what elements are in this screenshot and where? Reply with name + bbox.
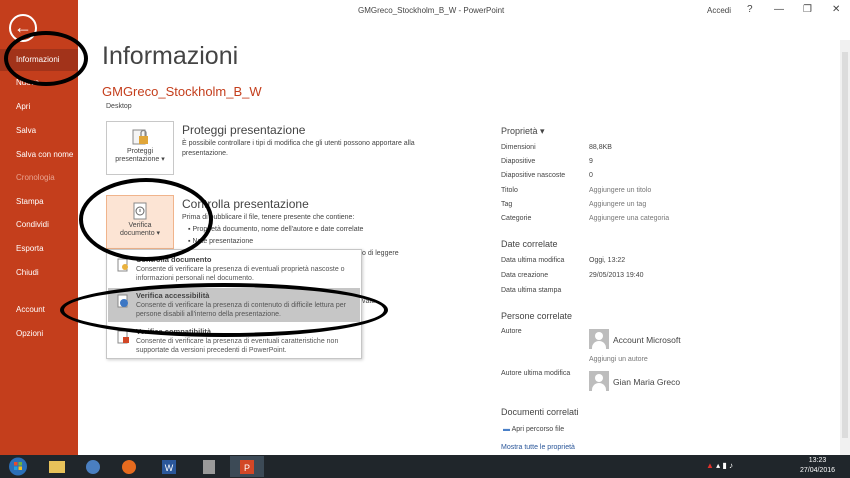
sidebar-item-apri[interactable]: Apri bbox=[0, 96, 78, 118]
minimize-icon[interactable]: — bbox=[774, 4, 784, 15]
menu-item-desc: Consente di verificare la presenza di ev… bbox=[136, 266, 345, 282]
date-label-printed: Data ultima stampa bbox=[501, 287, 562, 294]
docs-heading: Documenti correlati bbox=[501, 407, 579, 417]
clock-time: 13:23 bbox=[808, 457, 827, 464]
people-heading: Persone correlate bbox=[501, 311, 573, 321]
last-modified-name[interactable]: Gian Maria Greco bbox=[613, 377, 680, 387]
prop-label-title: Titolo bbox=[501, 187, 518, 194]
inspect-bullet-1-text: Proprietà documento, nome dell'autore e … bbox=[192, 226, 364, 233]
date-label-modified: Data ultima modifica bbox=[501, 257, 565, 264]
protect-desc-line2: presentazione. bbox=[182, 150, 228, 157]
acrobat-tray-icon[interactable]: ▲ bbox=[706, 461, 714, 470]
compatibility-check-icon bbox=[117, 330, 129, 344]
lock-icon bbox=[132, 129, 148, 145]
inspect-bullet-1: ▪ Proprietà documento, nome dell'autore … bbox=[188, 226, 364, 233]
prop-label-size: Dimensioni bbox=[501, 144, 536, 151]
scrollbar-thumb[interactable] bbox=[842, 52, 848, 438]
clock-date: 27/04/2016 bbox=[799, 467, 836, 474]
date-value-modified: Oggi, 13:22 bbox=[589, 257, 626, 264]
file-explorer-icon[interactable] bbox=[40, 456, 74, 477]
protect-button-label-2: presentazione ▾ bbox=[115, 156, 165, 163]
window-title: GMGreco_Stockholm_B_W - PowerPoint bbox=[358, 6, 505, 15]
show-all-properties-link[interactable]: Mostra tutte le proprietà bbox=[501, 444, 575, 451]
sidebar-item-stampa[interactable]: Stampa bbox=[0, 191, 78, 213]
author-name[interactable]: Account Microsoft bbox=[613, 335, 681, 345]
sidebar-item-salva-con-nome[interactable]: Salva con nome bbox=[0, 144, 78, 166]
sidebar-item-condividi[interactable]: Condividi bbox=[0, 214, 78, 236]
network-icon[interactable]: ▮ bbox=[722, 461, 726, 470]
system-tray-icons[interactable]: ▲ ▴ ▮ ♪ bbox=[706, 461, 733, 470]
annotation-ellipse-info bbox=[4, 31, 88, 86]
properties-heading[interactable]: Proprietà ▾ bbox=[501, 126, 545, 137]
sidebar-item-esporta[interactable]: Esporta bbox=[0, 238, 78, 260]
volume-icon[interactable]: ♪ bbox=[729, 461, 733, 470]
open-location-label: Apri percorso file bbox=[511, 426, 565, 433]
title-bar: GMGreco_Stockholm_B_W - PowerPoint Acced… bbox=[78, 0, 850, 22]
annotation-ellipse-check bbox=[79, 178, 213, 261]
author-label: Autore bbox=[501, 328, 522, 335]
svg-text:W: W bbox=[165, 463, 174, 473]
prop-label-slides: Diapositive bbox=[501, 158, 536, 165]
word-icon[interactable]: W bbox=[152, 456, 186, 477]
sidebar-item-cronologia: Cronologia bbox=[16, 173, 55, 182]
prop-value-hidden: 0 bbox=[589, 172, 593, 179]
outlook-icon[interactable] bbox=[76, 456, 110, 477]
prop-value-slides: 9 bbox=[589, 158, 593, 165]
firefox-icon[interactable] bbox=[112, 456, 146, 477]
sidebar-item-salva[interactable]: Salva bbox=[0, 120, 78, 142]
prop-label-tag: Tag bbox=[501, 201, 513, 208]
annotation-ellipse-accessibility bbox=[60, 283, 388, 337]
pen-app-icon[interactable] bbox=[192, 456, 226, 477]
author-avatar bbox=[589, 329, 609, 349]
svg-text:P: P bbox=[244, 463, 250, 473]
prop-label-hidden: Diapositive nascoste bbox=[501, 172, 566, 179]
prop-tag-field[interactable]: Aggiungere un tag bbox=[589, 201, 646, 208]
last-modified-avatar bbox=[589, 371, 609, 391]
open-location-link[interactable]: ▬ Apri percorso file bbox=[503, 426, 564, 433]
add-author-link[interactable]: Aggiungi un autore bbox=[589, 356, 648, 363]
protect-title: Proteggi presentazione bbox=[182, 123, 306, 137]
powerpoint-icon[interactable]: P bbox=[230, 456, 264, 477]
prop-value-size: 88,8KB bbox=[589, 144, 612, 151]
file-name: GMGreco_Stockholm_B_W bbox=[102, 84, 262, 99]
sidebar-item-opzioni[interactable]: Opzioni bbox=[0, 323, 78, 345]
protect-desc-line1: È possibile controllare i tipi di modifi… bbox=[182, 140, 415, 147]
start-button-icon[interactable] bbox=[4, 456, 32, 477]
help-icon[interactable]: ? bbox=[747, 4, 753, 15]
folder-icon: ▬ bbox=[503, 426, 510, 433]
dates-heading: Date correlate bbox=[501, 239, 558, 249]
menu-item-desc: Consente di verificare la presenza di ev… bbox=[136, 338, 339, 354]
show-hidden-icons-icon[interactable]: ▴ bbox=[716, 461, 720, 470]
prop-title-field[interactable]: Aggiungere un titolo bbox=[589, 187, 651, 194]
taskbar-clock[interactable]: 13:23 27/04/2016 bbox=[795, 456, 840, 476]
file-location: Desktop bbox=[106, 103, 132, 110]
date-value-created: 29/05/2013 19:40 bbox=[589, 272, 644, 279]
protect-button-label: Proteggi bbox=[126, 148, 154, 155]
restore-icon[interactable]: ❐ bbox=[803, 4, 812, 15]
signin-link[interactable]: Accedi bbox=[707, 6, 731, 15]
last-modified-label: Autore ultima modifica bbox=[501, 370, 571, 377]
inspect-document-icon bbox=[117, 258, 128, 272]
page-title: Informazioni bbox=[102, 42, 239, 70]
close-icon[interactable]: ✕ bbox=[832, 4, 840, 15]
sidebar-item-chiudi[interactable]: Chiudi bbox=[0, 262, 78, 284]
prop-label-categories: Categorie bbox=[501, 215, 532, 222]
prop-categories-field[interactable]: Aggiungere una categoria bbox=[589, 215, 669, 222]
protect-desc: È possibile controllare i tipi di modifi… bbox=[182, 139, 415, 159]
protect-presentation-button[interactable]: Proteggi presentazione ▾ bbox=[106, 121, 174, 175]
date-label-created: Data creazione bbox=[501, 272, 549, 279]
inspect-partial-1: o di leggere bbox=[362, 250, 399, 257]
